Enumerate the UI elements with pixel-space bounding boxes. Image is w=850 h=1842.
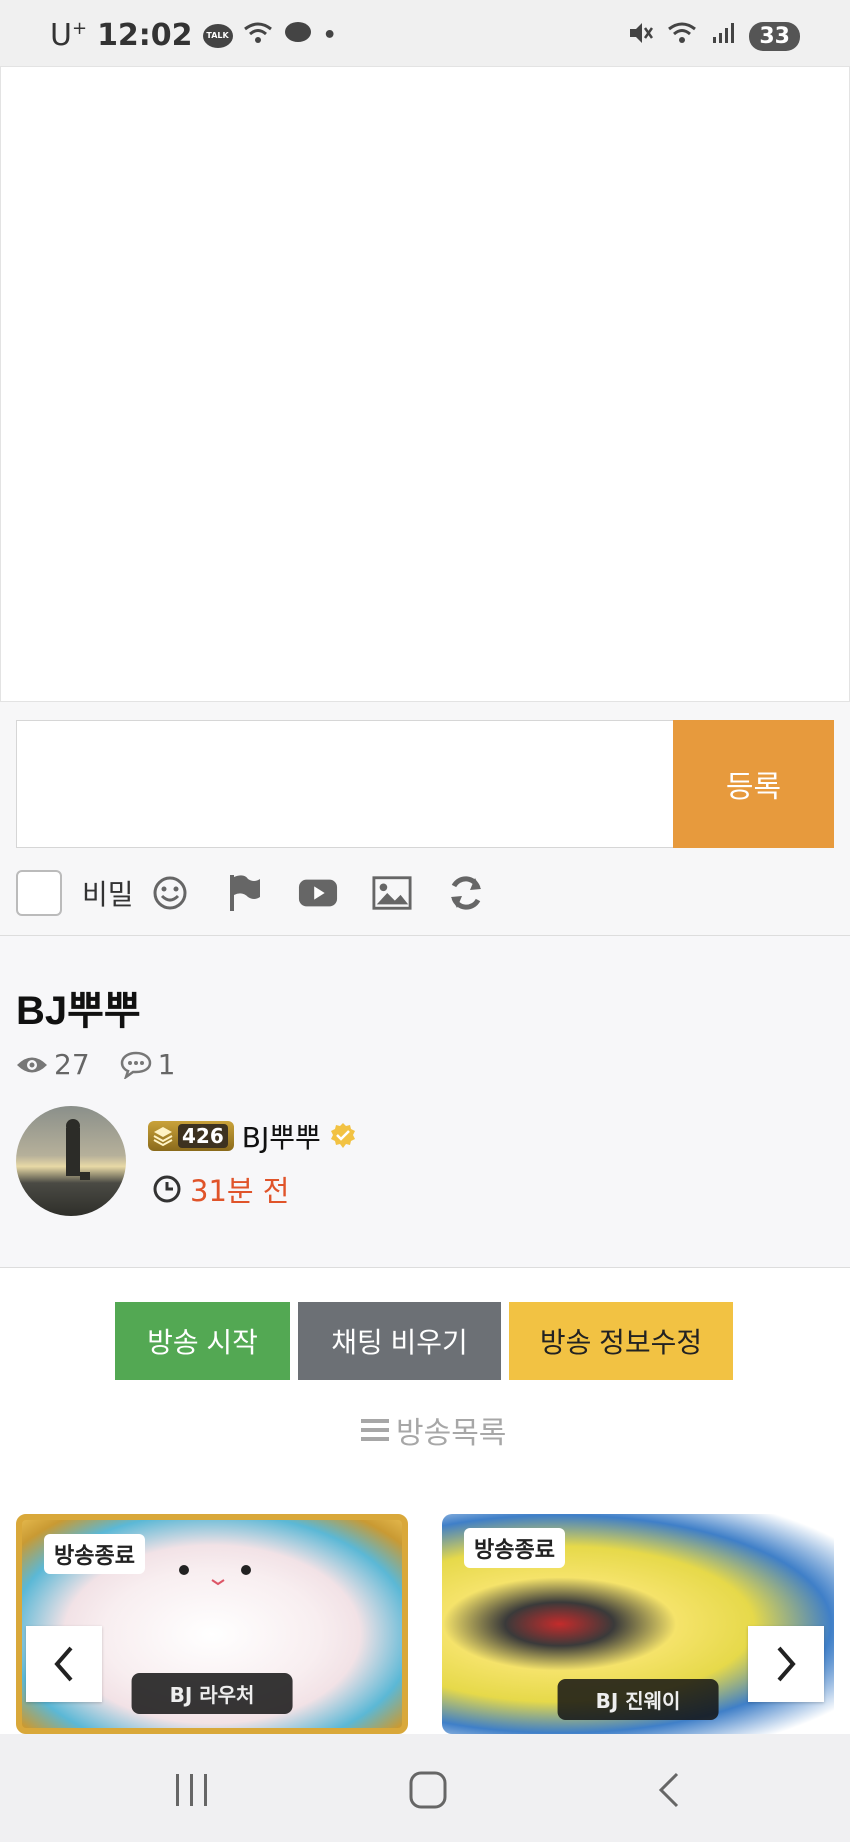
post-stats: 27 1 (16, 1048, 205, 1081)
carousel-next-button[interactable] (748, 1626, 824, 1702)
video-player[interactable] (0, 66, 850, 702)
clock-icon (153, 1175, 181, 1203)
chevron-right-icon (777, 1646, 796, 1682)
time-ago: 31분 전 (190, 1174, 290, 1208)
home-icon (409, 1771, 447, 1809)
broadcast-carousel: 방송종료 BJ 라우처 방송종료 BJ 진웨이 (0, 1508, 850, 1734)
clock: 12:02 (97, 18, 193, 53)
comment-icon (120, 1051, 151, 1079)
carrier-label: U+ (50, 18, 87, 53)
card-badge: 방송종료 (464, 1528, 565, 1568)
status-right: 33 (627, 20, 800, 52)
broadcast-list-label: 방송목록 (396, 1416, 507, 1451)
comment-section: 등록 비밀 (0, 702, 850, 936)
secret-checkbox[interactable] (16, 870, 62, 916)
clear-chat-button[interactable]: 채팅 비우기 (298, 1302, 501, 1380)
start-broadcast-button[interactable]: 방송 시작 (115, 1302, 290, 1380)
comment-count: 1 (120, 1048, 176, 1081)
broadcast-list-link[interactable]: 방송목록 (360, 1408, 506, 1452)
author-row: 426 BJ뿌뿌 (148, 1116, 357, 1156)
chevron-left-icon (54, 1646, 73, 1682)
broadcast-actions: 방송 시작 채팅 비우기 방송 정보수정 방송목록 (0, 1268, 850, 1508)
refresh-icon[interactable] (446, 873, 486, 913)
author-name[interactable]: BJ뿌뿌 (242, 1116, 321, 1156)
card-badge: 방송종료 (44, 1534, 145, 1574)
chat-bubble-icon (283, 20, 313, 52)
carrier-sup: + (71, 18, 88, 39)
youtube-icon[interactable] (298, 873, 338, 913)
comment-count-value: 1 (157, 1048, 176, 1081)
home-button[interactable] (398, 1768, 458, 1812)
wifi-question-icon (243, 21, 273, 51)
system-nav-bar (0, 1734, 850, 1842)
post-info: BJ뿌뿌 27 1 426 BJ뿌뿌 31분 전 (0, 936, 850, 1268)
mute-icon (627, 20, 654, 52)
edit-info-button[interactable]: 방송 정보수정 (509, 1302, 733, 1380)
level-number: 426 (178, 1124, 228, 1148)
back-icon (658, 1772, 679, 1808)
secret-label: 비밀 (82, 878, 134, 911)
card-name: BJ 진웨이 (557, 1679, 719, 1720)
comment-tools: 비밀 (16, 870, 486, 916)
status-left: U+ 12:02 TALK • (50, 18, 337, 53)
image-icon[interactable] (372, 873, 412, 913)
list-icon (361, 1419, 389, 1441)
status-bar: U+ 12:02 TALK • 33 (0, 0, 850, 66)
kakaotalk-icon: TALK (202, 23, 233, 48)
view-count-value: 27 (54, 1048, 90, 1081)
level-stack-icon (153, 1127, 173, 1147)
avatar[interactable] (16, 1106, 126, 1216)
eye-icon (17, 1057, 47, 1072)
view-count: 27 (16, 1048, 90, 1081)
battery-indicator: 33 (749, 21, 800, 51)
comment-input[interactable] (16, 720, 674, 848)
recent-apps-icon (176, 1774, 207, 1806)
card-name: BJ 라우처 (131, 1673, 293, 1714)
post-time: 31분 전 (152, 1168, 289, 1210)
signal-icon (711, 21, 735, 51)
wifi-icon (667, 21, 697, 51)
level-badge: 426 (148, 1121, 234, 1151)
submit-button[interactable]: 등록 (673, 720, 834, 848)
back-button[interactable] (638, 1768, 698, 1812)
carousel-prev-button[interactable] (26, 1626, 102, 1702)
emoji-icon[interactable] (150, 873, 190, 913)
post-title: BJ뿌뿌 (16, 989, 141, 1033)
action-buttons: 방송 시작 채팅 비우기 방송 정보수정 (115, 1302, 733, 1380)
flag-icon[interactable] (224, 873, 264, 913)
dot-icon: • (322, 23, 337, 48)
verified-icon (330, 1123, 355, 1148)
carrier-text: U (50, 18, 72, 53)
recent-apps-button[interactable] (162, 1768, 222, 1812)
